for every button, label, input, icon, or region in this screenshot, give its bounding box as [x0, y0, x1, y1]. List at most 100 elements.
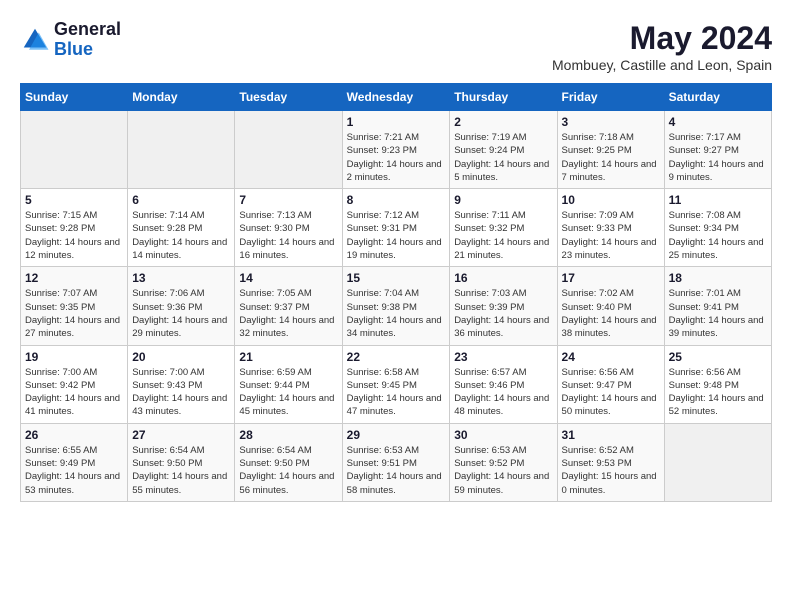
day-sun-info: Sunrise: 7:18 AMSunset: 9:25 PMDaylight:…: [562, 131, 660, 184]
day-sun-info: Sunrise: 6:54 AMSunset: 9:50 PMDaylight:…: [239, 444, 337, 497]
calendar-day-cell: 19 Sunrise: 7:00 AMSunset: 9:42 PMDayligh…: [21, 345, 128, 423]
day-sun-info: Sunrise: 7:17 AMSunset: 9:27 PMDaylight:…: [669, 131, 767, 184]
day-number: 28: [239, 428, 337, 442]
calendar-day-cell: 4 Sunrise: 7:17 AMSunset: 9:27 PMDaylight…: [664, 111, 771, 189]
day-sun-info: Sunrise: 7:09 AMSunset: 9:33 PMDaylight:…: [562, 209, 660, 262]
day-number: 6: [132, 193, 230, 207]
calendar-day-cell: 6 Sunrise: 7:14 AMSunset: 9:28 PMDaylight…: [128, 189, 235, 267]
calendar-day-cell: 3 Sunrise: 7:18 AMSunset: 9:25 PMDaylight…: [557, 111, 664, 189]
day-sun-info: Sunrise: 7:04 AMSunset: 9:38 PMDaylight:…: [347, 287, 446, 340]
calendar-day-cell: 21Sunrise: 6:59 AMSunset: 9:44 PMDayligh…: [235, 345, 342, 423]
calendar-day-cell: 8 Sunrise: 7:12 AMSunset: 9:31 PMDaylight…: [342, 189, 450, 267]
day-sun-info: Sunrise: 7:02 AMSunset: 9:40 PMDaylight:…: [562, 287, 660, 340]
title-area: May 2024 Mombuey, Castille and Leon, Spa…: [552, 20, 772, 73]
day-number: 9: [454, 193, 552, 207]
calendar-day-cell: 25 Sunrise: 6:56 AMSunset: 9:48 PMDayligh…: [664, 345, 771, 423]
calendar-day-cell: 20 Sunrise: 7:00 AMSunset: 9:43 PMDayligh…: [128, 345, 235, 423]
calendar-day-cell: 5 Sunrise: 7:15 AMSunset: 9:28 PMDaylight…: [21, 189, 128, 267]
day-sun-info: Sunrise: 6:52 AMSunset: 9:53 PMDaylight:…: [562, 444, 660, 497]
day-sun-info: Sunrise: 7:00 AMSunset: 9:43 PMDaylight:…: [132, 366, 230, 419]
day-sun-info: Sunrise: 6:58 AMSunset: 9:45 PMDaylight:…: [347, 366, 446, 419]
day-number: 12: [25, 271, 123, 285]
day-sun-info: Sunrise: 7:12 AMSunset: 9:31 PMDaylight:…: [347, 209, 446, 262]
day-sun-info: Sunrise: 6:59 AMSunset: 9:44 PMDaylight:…: [239, 366, 337, 419]
day-number: 23: [454, 350, 552, 364]
calendar-day-cell: 29 Sunrise: 6:53 AMSunset: 9:51 PMDayligh…: [342, 423, 450, 501]
day-sun-info: Sunrise: 7:13 AMSunset: 9:30 PMDaylight:…: [239, 209, 337, 262]
day-sun-info: Sunrise: 6:55 AMSunset: 9:49 PMDaylight:…: [25, 444, 123, 497]
day-sun-info: Sunrise: 7:03 AMSunset: 9:39 PMDaylight:…: [454, 287, 552, 340]
day-number: 26: [25, 428, 123, 442]
calendar-day-cell: 11 Sunrise: 7:08 AMSunset: 9:34 PMDayligh…: [664, 189, 771, 267]
calendar-day-cell: 28 Sunrise: 6:54 AMSunset: 9:50 PMDayligh…: [235, 423, 342, 501]
day-number: 31: [562, 428, 660, 442]
calendar-day-cell: 16Sunrise: 7:03 AMSunset: 9:39 PMDayligh…: [450, 267, 557, 345]
day-sun-info: Sunrise: 7:21 AMSunset: 9:23 PMDaylight:…: [347, 131, 446, 184]
calendar-day-cell: 18Sunrise: 7:01 AMSunset: 9:41 PMDayligh…: [664, 267, 771, 345]
day-number: 25: [669, 350, 767, 364]
calendar-day-cell: 22 Sunrise: 6:58 AMSunset: 9:45 PMDayligh…: [342, 345, 450, 423]
day-number: 20: [132, 350, 230, 364]
calendar-day-cell: 30Sunrise: 6:53 AMSunset: 9:52 PMDayligh…: [450, 423, 557, 501]
day-of-week-header: Sunday: [21, 84, 128, 111]
day-sun-info: Sunrise: 6:56 AMSunset: 9:47 PMDaylight:…: [562, 366, 660, 419]
logo: General Blue: [20, 20, 121, 60]
day-number: 2: [454, 115, 552, 129]
day-sun-info: Sunrise: 7:15 AMSunset: 9:28 PMDaylight:…: [25, 209, 123, 262]
day-sun-info: Sunrise: 7:01 AMSunset: 9:41 PMDaylight:…: [669, 287, 767, 340]
calendar-day-cell: 2Sunrise: 7:19 AMSunset: 9:24 PMDaylight…: [450, 111, 557, 189]
day-number: 11: [669, 193, 767, 207]
day-number: 8: [347, 193, 446, 207]
day-number: 29: [347, 428, 446, 442]
day-number: 24: [562, 350, 660, 364]
day-number: 30: [454, 428, 552, 442]
day-number: 14: [239, 271, 337, 285]
calendar-day-cell: 24 Sunrise: 6:56 AMSunset: 9:47 PMDayligh…: [557, 345, 664, 423]
day-of-week-header: Tuesday: [235, 84, 342, 111]
day-sun-info: Sunrise: 6:57 AMSunset: 9:46 PMDaylight:…: [454, 366, 552, 419]
day-of-week-header: Saturday: [664, 84, 771, 111]
day-number: 27: [132, 428, 230, 442]
day-number: 7: [239, 193, 337, 207]
day-sun-info: Sunrise: 6:53 AMSunset: 9:51 PMDaylight:…: [347, 444, 446, 497]
day-sun-info: Sunrise: 7:06 AMSunset: 9:36 PMDaylight:…: [132, 287, 230, 340]
page-header: General Blue May 2024 Mombuey, Castille …: [20, 20, 772, 73]
calendar-day-cell: [235, 111, 342, 189]
calendar-day-cell: 27 Sunrise: 6:54 AMSunset: 9:50 PMDayligh…: [128, 423, 235, 501]
day-of-week-header: Thursday: [450, 84, 557, 111]
day-of-week-header: Monday: [128, 84, 235, 111]
calendar-day-cell: 26 Sunrise: 6:55 AMSunset: 9:49 PMDayligh…: [21, 423, 128, 501]
day-of-week-header: Wednesday: [342, 84, 450, 111]
day-sun-info: Sunrise: 7:14 AMSunset: 9:28 PMDaylight:…: [132, 209, 230, 262]
logo-blue: Blue: [54, 39, 93, 59]
calendar-week-row: 26 Sunrise: 6:55 AMSunset: 9:49 PMDayligh…: [21, 423, 772, 501]
calendar-week-row: 1Sunrise: 7:21 AMSunset: 9:23 PMDaylight…: [21, 111, 772, 189]
calendar-week-row: 5 Sunrise: 7:15 AMSunset: 9:28 PMDaylight…: [21, 189, 772, 267]
calendar-day-cell: 14Sunrise: 7:05 AMSunset: 9:37 PMDayligh…: [235, 267, 342, 345]
calendar-day-cell: 15Sunrise: 7:04 AMSunset: 9:38 PMDayligh…: [342, 267, 450, 345]
day-sun-info: Sunrise: 7:08 AMSunset: 9:34 PMDaylight:…: [669, 209, 767, 262]
day-of-week-header: Friday: [557, 84, 664, 111]
day-sun-info: Sunrise: 6:56 AMSunset: 9:48 PMDaylight:…: [669, 366, 767, 419]
calendar-day-cell: 13Sunrise: 7:06 AMSunset: 9:36 PMDayligh…: [128, 267, 235, 345]
calendar-day-cell: [128, 111, 235, 189]
calendar-day-cell: 1Sunrise: 7:21 AMSunset: 9:23 PMDaylight…: [342, 111, 450, 189]
day-sun-info: Sunrise: 7:00 AMSunset: 9:42 PMDaylight:…: [25, 366, 123, 419]
day-sun-info: Sunrise: 6:54 AMSunset: 9:50 PMDaylight:…: [132, 444, 230, 497]
calendar-header-row: SundayMondayTuesdayWednesdayThursdayFrid…: [21, 84, 772, 111]
calendar-day-cell: [664, 423, 771, 501]
calendar-day-cell: 31 Sunrise: 6:52 AMSunset: 9:53 PMDayligh…: [557, 423, 664, 501]
day-number: 3: [562, 115, 660, 129]
logo-general: General: [54, 19, 121, 39]
calendar-day-cell: 9Sunrise: 7:11 AMSunset: 9:32 PMDaylight…: [450, 189, 557, 267]
calendar-day-cell: 10 Sunrise: 7:09 AMSunset: 9:33 PMDayligh…: [557, 189, 664, 267]
day-number: 19: [25, 350, 123, 364]
location-title: Mombuey, Castille and Leon, Spain: [552, 57, 772, 73]
day-number: 10: [562, 193, 660, 207]
calendar-day-cell: 7 Sunrise: 7:13 AMSunset: 9:30 PMDaylight…: [235, 189, 342, 267]
day-number: 5: [25, 193, 123, 207]
day-number: 17: [562, 271, 660, 285]
calendar-week-row: 12Sunrise: 7:07 AMSunset: 9:35 PMDayligh…: [21, 267, 772, 345]
day-number: 22: [347, 350, 446, 364]
day-number: 4: [669, 115, 767, 129]
